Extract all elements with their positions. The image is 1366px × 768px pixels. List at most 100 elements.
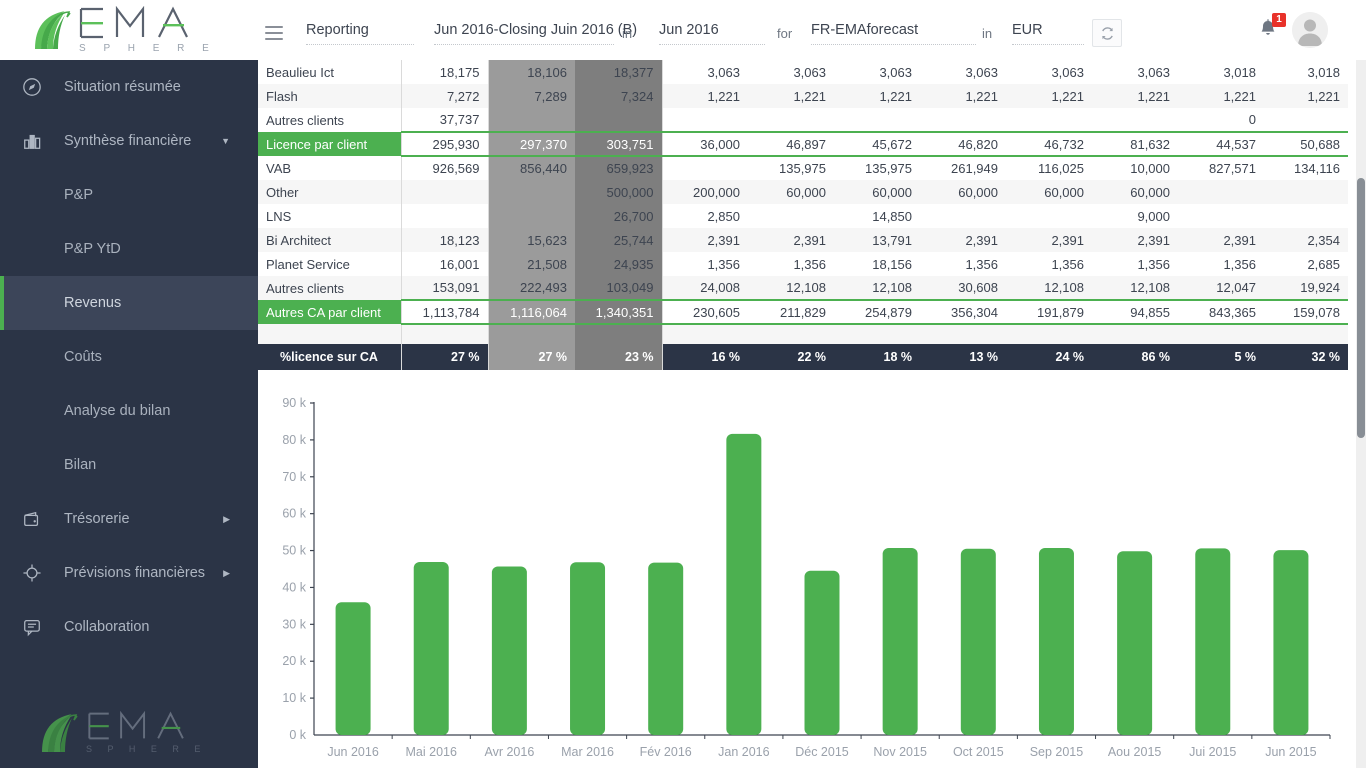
table-cell[interactable]: 50,688 <box>1264 131 1348 157</box>
table-cell[interactable]: 2,391 <box>748 228 834 252</box>
table-cell[interactable]: 153,091 <box>400 276 489 300</box>
table-cell[interactable]: 1,116,064 <box>488 299 575 325</box>
table-cell[interactable] <box>1264 180 1348 204</box>
table-cell[interactable] <box>1264 204 1348 228</box>
table-cell[interactable] <box>662 108 748 132</box>
table-cell[interactable] <box>575 324 663 344</box>
table-cell[interactable]: 3,063 <box>1006 60 1092 84</box>
table-cell[interactable]: 1,356 <box>1092 252 1178 276</box>
table-cell[interactable]: 18,123 <box>400 228 489 252</box>
chart-bar[interactable] <box>960 548 996 735</box>
table-row[interactable]: Planet Service 16,001 21,508 24,935 1,356 1,3… <box>258 252 1348 276</box>
table-cell[interactable]: 2,354 <box>1264 228 1348 252</box>
table-cell[interactable]: 254,879 <box>834 299 920 325</box>
table-cell[interactable]: 46,897 <box>748 131 834 157</box>
table-cell[interactable] <box>920 324 1006 344</box>
table-cell[interactable]: 297,370 <box>488 131 575 157</box>
table-cell[interactable]: 3,063 <box>920 60 1006 84</box>
table-cell[interactable]: 211,829 <box>748 299 834 325</box>
table-cell[interactable]: 827,571 <box>1178 156 1264 180</box>
table-cell[interactable] <box>1178 204 1264 228</box>
table-cell[interactable]: 356,304 <box>920 299 1006 325</box>
sidebar-item-collaboration[interactable]: Collaboration <box>0 600 258 654</box>
table-cell[interactable]: 1,221 <box>834 84 920 108</box>
table-cell[interactable] <box>748 324 834 344</box>
chart-bar[interactable] <box>726 433 762 735</box>
table-cell[interactable]: 1,221 <box>1092 84 1178 108</box>
table-cell[interactable]: 1,356 <box>1178 252 1264 276</box>
table-row[interactable]: Autres clients 37,737 0 <box>258 108 1348 132</box>
table-cell[interactable]: 500,000 <box>575 180 663 204</box>
table-cell[interactable]: 222,493 <box>488 276 575 300</box>
table-cell[interactable]: 1,356 <box>748 252 834 276</box>
table-cell[interactable]: 36,000 <box>662 131 748 157</box>
table-cell[interactable]: 1,221 <box>1264 84 1348 108</box>
table-cell[interactable]: 2,391 <box>1178 228 1264 252</box>
financial-table-container[interactable]: Beaulieu Ict 18,175 18,106 18,377 3,063 3,063… <box>258 60 1356 370</box>
app-logo[interactable]: S P H E R E <box>0 0 258 60</box>
sidebar-item-bilan[interactable]: Bilan <box>0 438 258 492</box>
table-cell[interactable]: 3,063 <box>748 60 834 84</box>
table-cell[interactable]: 18,106 <box>488 60 575 84</box>
table-spacer-row[interactable] <box>258 324 1348 344</box>
table-cell[interactable] <box>1092 324 1178 344</box>
chart-bar[interactable] <box>1273 550 1309 735</box>
refresh-button[interactable] <box>1092 19 1122 47</box>
table-cell[interactable]: 1,221 <box>920 84 1006 108</box>
table-cell[interactable]: 2,685 <box>1264 252 1348 276</box>
table-cell[interactable]: 18,377 <box>575 60 663 84</box>
chart-bar[interactable] <box>413 562 449 735</box>
table-row[interactable]: Other 500,000 200,000 60,000 60,000 60,000 60,… <box>258 180 1348 204</box>
table-cell[interactable] <box>834 324 920 344</box>
table-cell[interactable]: 3,063 <box>1092 60 1178 84</box>
table-cell[interactable]: 5 % <box>1178 344 1264 370</box>
chart-bar[interactable] <box>570 562 606 735</box>
table-cell[interactable]: 7,272 <box>400 84 489 108</box>
table-cell[interactable]: 1,356 <box>1006 252 1092 276</box>
table-cell[interactable]: 24 % <box>1006 344 1092 370</box>
table-cell[interactable]: 191,879 <box>1006 299 1092 325</box>
table-cell[interactable]: 3,063 <box>834 60 920 84</box>
table-cell[interactable]: 94,855 <box>1092 299 1178 325</box>
table-cell[interactable]: 10,000 <box>1092 156 1178 180</box>
table-cell[interactable] <box>748 204 834 228</box>
chart-bar[interactable] <box>882 548 918 735</box>
table-cell[interactable]: 23 % <box>575 344 663 370</box>
table-cell[interactable]: 22 % <box>748 344 834 370</box>
table-cell[interactable]: 230,605 <box>662 299 748 325</box>
hamburger-icon[interactable] <box>265 26 283 40</box>
period-selector[interactable]: Jun 2016 <box>659 22 765 45</box>
table-cell[interactable]: 295,930 <box>400 131 489 157</box>
table-cell[interactable]: 12,108 <box>834 276 920 300</box>
table-cell[interactable]: 14,850 <box>834 204 920 228</box>
table-cell[interactable]: 1,356 <box>920 252 1006 276</box>
table-cell[interactable]: 45,672 <box>834 131 920 157</box>
table-cell[interactable]: 46,732 <box>1006 131 1092 157</box>
table-cell[interactable]: 60,000 <box>834 180 920 204</box>
table-cell[interactable]: 2,391 <box>1092 228 1178 252</box>
table-cell[interactable] <box>1264 108 1348 132</box>
table-cell[interactable]: 15,623 <box>488 228 575 252</box>
table-cell[interactable]: 3,018 <box>1264 60 1348 84</box>
table-cell[interactable]: 3,018 <box>1178 60 1264 84</box>
sidebar-item-pp-ytd[interactable]: P&P YtD <box>0 222 258 276</box>
table-cell[interactable] <box>488 204 575 228</box>
table-cell[interactable] <box>400 180 489 204</box>
sidebar-item-tresorerie[interactable]: Trésorerie ▶ <box>0 492 258 546</box>
table-row[interactable]: Bi Architect 18,123 15,623 25,744 2,391 2,391… <box>258 228 1348 252</box>
avatar[interactable] <box>1292 12 1328 48</box>
table-cell[interactable] <box>400 324 489 344</box>
sidebar-item-analyse-du-bilan[interactable]: Analyse du bilan <box>0 384 258 438</box>
chart-bar[interactable] <box>491 566 527 735</box>
sidebar-item-previsions-financieres[interactable]: Prévisions financières ▶ <box>0 546 258 600</box>
sidebar-item-synthese-financiere[interactable]: Synthèse financière ▼ <box>0 114 258 168</box>
table-cell[interactable]: 18,175 <box>400 60 489 84</box>
table-cell[interactable]: 1,356 <box>662 252 748 276</box>
table-cell[interactable]: 1,221 <box>748 84 834 108</box>
table-cell[interactable]: 21,508 <box>488 252 575 276</box>
table-cell[interactable]: 13,791 <box>834 228 920 252</box>
sidebar-item-couts[interactable]: Coûts <box>0 330 258 384</box>
module-selector[interactable]: Reporting <box>306 22 414 45</box>
table-cell[interactable]: 46,820 <box>920 131 1006 157</box>
revenue-bar-chart[interactable]: 90 k 80 k 70 k 60 k 50 k 40 k 30 k 20 k 10 k0 k … <box>258 386 1356 768</box>
